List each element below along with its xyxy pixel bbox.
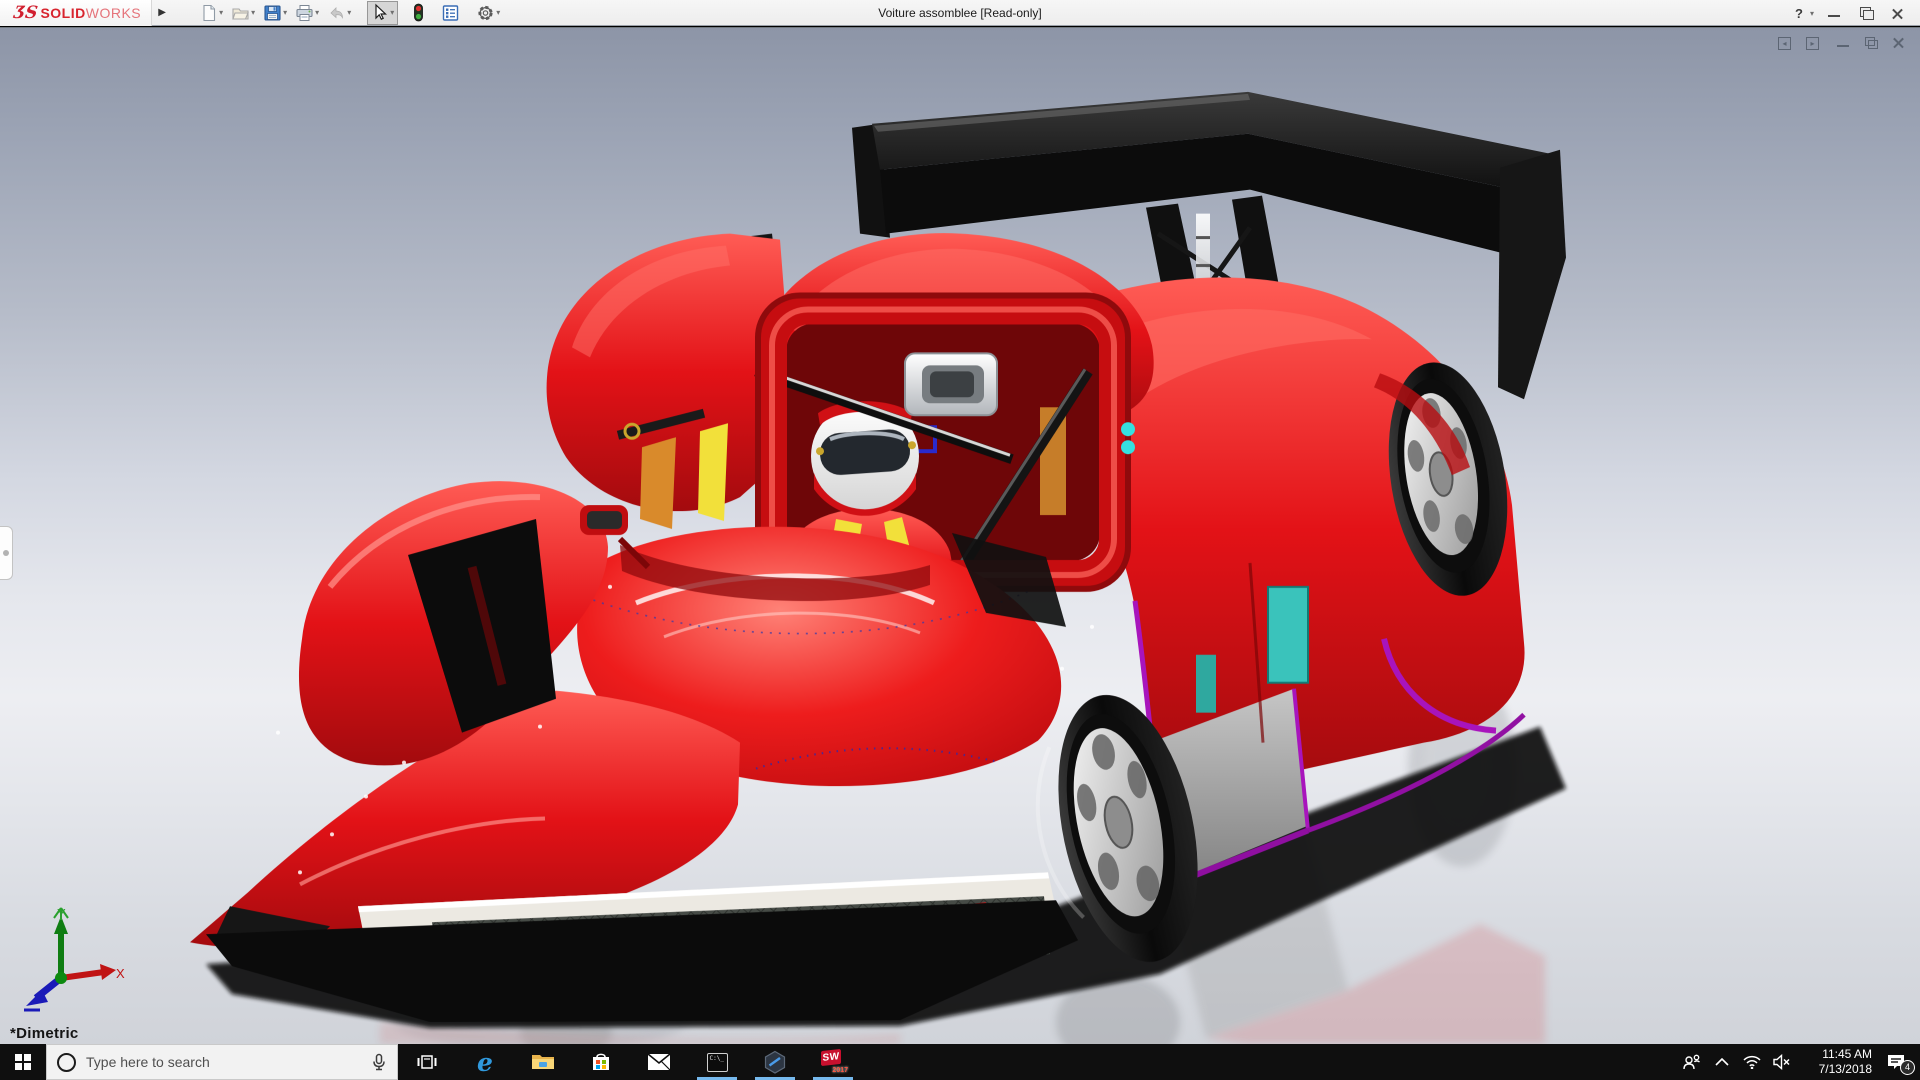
- dropdown-caret[interactable]: ▾: [251, 8, 255, 17]
- tray-date: 7/13/2018: [1819, 1062, 1872, 1077]
- undo-button[interactable]: ▾: [325, 1, 355, 25]
- feature-manager-collapsed-tab[interactable]: [0, 526, 13, 580]
- volume-button[interactable]: [1768, 1044, 1796, 1080]
- people-button[interactable]: [1678, 1044, 1706, 1080]
- expand-panel-button[interactable]: ▸: [1806, 35, 1824, 51]
- search-input[interactable]: [86, 1054, 361, 1070]
- hexagon-app-icon: [763, 1050, 787, 1074]
- save-floppy-icon: [263, 4, 282, 22]
- command-prompt-icon: C:\_: [707, 1053, 728, 1072]
- windows-logo-icon: [15, 1054, 31, 1070]
- edge-icon: e: [477, 1050, 493, 1075]
- new-document-button[interactable]: ▾: [198, 1, 227, 25]
- panel-right-icon: ▸: [1806, 37, 1819, 50]
- orientation-triad: Y X: [16, 906, 126, 1018]
- action-center-button[interactable]: 4: [1878, 1044, 1914, 1080]
- standard-toolbar: ▾ ▾ ▾ ▾ ▾ ▾: [198, 1, 504, 25]
- notification-badge: 4: [1900, 1060, 1915, 1075]
- tray-time: 11:45 AM: [1822, 1047, 1872, 1062]
- open-button[interactable]: ▾: [229, 1, 259, 25]
- titlebar: ƷS SOLIDWORKS ▶ ▾ ▾ ▾ ▾ ▾ ▾: [0, 0, 1920, 26]
- doc-close-button[interactable]: [1890, 35, 1908, 51]
- save-button[interactable]: ▾: [261, 1, 291, 25]
- taskbar-icon-edge[interactable]: e: [456, 1044, 514, 1080]
- collapse-panel-button[interactable]: ◂: [1778, 35, 1796, 51]
- taskbar-icon-solidworks[interactable]: SW 2017: [804, 1044, 862, 1080]
- task-view-icon: [417, 1054, 437, 1070]
- people-icon: [1682, 1054, 1702, 1070]
- brand-name-light: WORKS: [86, 5, 141, 21]
- taskbar-icon-mail[interactable]: [630, 1044, 688, 1080]
- document-window-controls: ◂ ▸: [1778, 35, 1908, 51]
- solidworks-logo: ƷS SOLIDWORKS: [0, 0, 152, 26]
- volume-muted-icon: [1773, 1054, 1791, 1070]
- close-button[interactable]: [1884, 2, 1912, 24]
- select-tool-button[interactable]: ▾: [367, 1, 398, 25]
- graphics-area[interactable]: ◂ ▸ Y X *Dimetric: [0, 27, 1920, 1044]
- network-button[interactable]: [1738, 1044, 1766, 1080]
- axis-y-label: Y: [57, 906, 66, 921]
- new-document-icon: [200, 4, 218, 22]
- dropdown-caret[interactable]: ▾: [283, 8, 287, 17]
- task-view-button[interactable]: [398, 1044, 456, 1080]
- doc-minimize-button[interactable]: [1834, 35, 1852, 51]
- dropdown-caret[interactable]: ▾: [315, 8, 319, 17]
- system-tray: 11:45 AM 7/13/2018 4: [1678, 1044, 1920, 1080]
- traffic-light-icon: [412, 3, 425, 22]
- window-controls: ? ▾: [1793, 0, 1912, 26]
- taskbar-search-box[interactable]: [46, 1044, 398, 1080]
- restore-button[interactable]: [1852, 2, 1880, 24]
- properties-list-icon: [441, 4, 460, 22]
- store-icon: [590, 1051, 612, 1073]
- taskbar-icon-store[interactable]: [572, 1044, 630, 1080]
- dropdown-caret[interactable]: ▾: [496, 8, 500, 17]
- print-icon: [295, 4, 314, 22]
- dropdown-caret[interactable]: ▾: [219, 8, 223, 17]
- view-orientation-label: *Dimetric: [10, 1025, 79, 1042]
- clock-button[interactable]: 11:45 AM 7/13/2018: [1798, 1044, 1876, 1080]
- dropdown-caret[interactable]: ▾: [347, 8, 351, 17]
- start-button[interactable]: [0, 1044, 46, 1080]
- 3d-viewport-scene[interactable]: [0, 28, 1920, 1044]
- taskbar-icon-command-prompt[interactable]: C:\_: [688, 1044, 746, 1080]
- dassault-logo-icon: ƷS: [13, 3, 39, 23]
- doc-restore-button[interactable]: [1862, 35, 1880, 51]
- undo-icon: [327, 4, 346, 22]
- taskbar-icon-hexagon-app[interactable]: [746, 1044, 804, 1080]
- windows-taskbar: e C:\_ SW 2017 11: [0, 1044, 1920, 1080]
- air-intake-box: [905, 353, 997, 415]
- axis-x-label: X: [116, 966, 125, 981]
- taskbar-icon-file-explorer[interactable]: [514, 1044, 572, 1080]
- brand-name-bold: SOLID: [40, 5, 85, 21]
- help-button[interactable]: ?: [1793, 6, 1805, 21]
- chevron-up-icon: [1715, 1058, 1729, 1066]
- panel-left-icon: ◂: [1778, 37, 1791, 50]
- print-button[interactable]: ▾: [293, 1, 323, 25]
- menu-expand-arrow[interactable]: ▶: [154, 2, 170, 24]
- open-folder-icon: [231, 4, 250, 22]
- wifi-icon: [1743, 1055, 1761, 1069]
- solidworks-app-icon: SW 2017: [820, 1050, 846, 1074]
- mail-icon: [647, 1053, 671, 1071]
- dropdown-caret[interactable]: ▾: [390, 8, 394, 17]
- tray-overflow-button[interactable]: [1708, 1044, 1736, 1080]
- cortana-icon: [57, 1053, 76, 1072]
- rebuild-button[interactable]: [410, 1, 427, 25]
- help-dropdown-caret[interactable]: ▾: [1810, 9, 1814, 18]
- file-properties-button[interactable]: [439, 1, 462, 25]
- file-explorer-icon: [531, 1052, 555, 1072]
- gear-icon: [476, 4, 495, 22]
- options-button[interactable]: ▾: [474, 1, 504, 25]
- select-cursor-icon: [369, 3, 389, 22]
- minimize-button[interactable]: [1820, 2, 1848, 24]
- microphone-icon[interactable]: [371, 1053, 387, 1071]
